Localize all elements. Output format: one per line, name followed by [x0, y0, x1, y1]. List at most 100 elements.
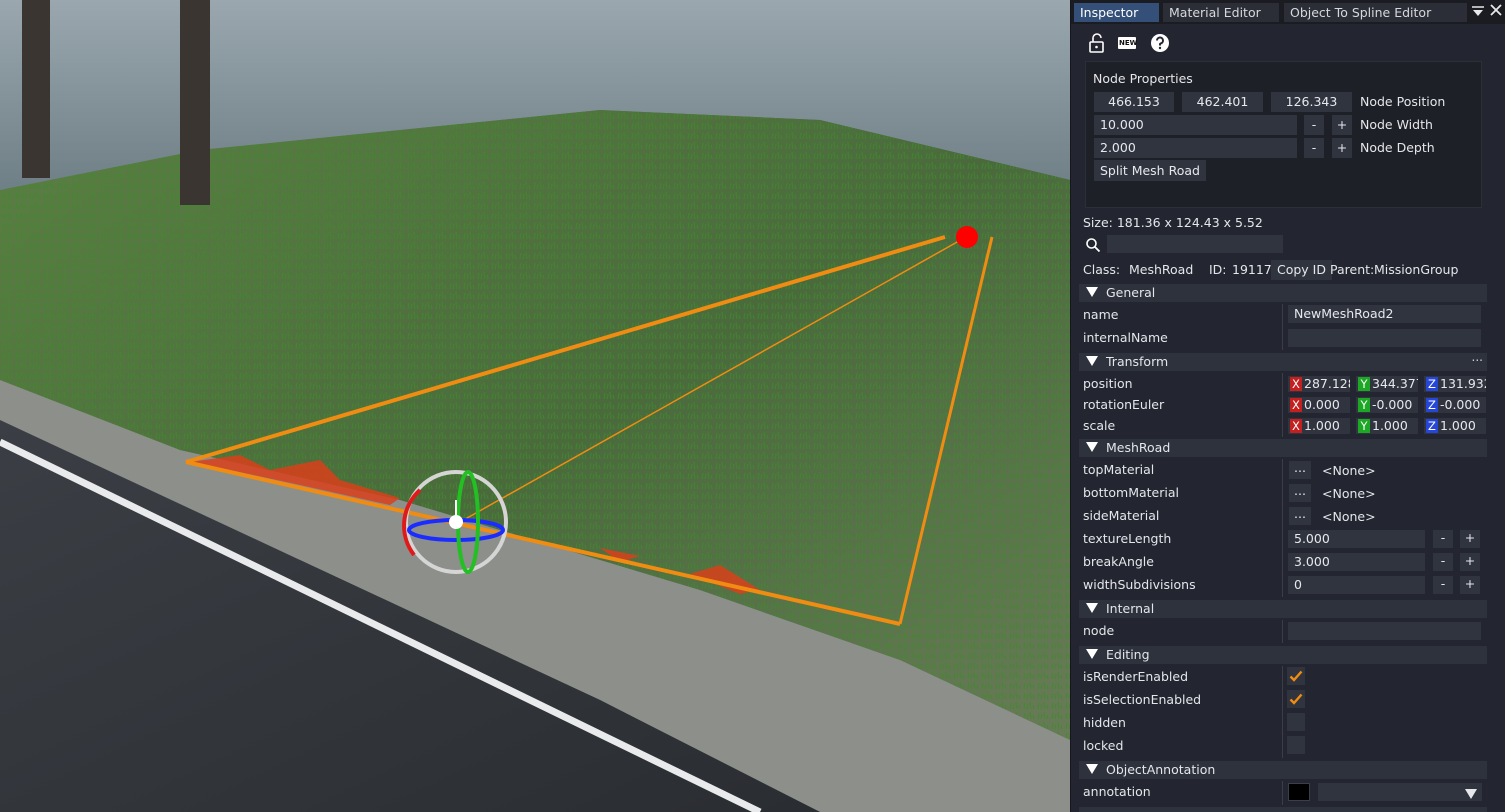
- node-position-z-field[interactable]: 126.343: [1271, 92, 1352, 112]
- position-label: position: [1083, 376, 1133, 391]
- y-axis-badge: Y: [1358, 419, 1370, 433]
- position-x-field[interactable]: X287.128: [1288, 376, 1350, 392]
- name-field[interactable]: NewMeshRoad2: [1288, 305, 1481, 323]
- scale-z-field[interactable]: Z 1.000: [1424, 418, 1486, 434]
- locked-label: locked: [1083, 738, 1124, 753]
- hidden-label: hidden: [1083, 715, 1126, 730]
- size-text: Size: 181.36 x 124.43 x 5.52: [1083, 215, 1263, 230]
- annotation-color-swatch[interactable]: [1288, 783, 1310, 801]
- section-editing[interactable]: Editing: [1079, 646, 1487, 664]
- node-properties-box: Node Properties 466.153 462.401 126.343 …: [1085, 61, 1482, 208]
- id-label: ID:: [1209, 262, 1227, 277]
- chevron-down-icon: [1465, 787, 1477, 799]
- section-meshroad[interactable]: MeshRoad: [1079, 439, 1487, 457]
- rotation-y-field[interactable]: Y -0.000: [1356, 397, 1418, 413]
- scene-viewport[interactable]: [0, 0, 1070, 812]
- texture-length-field[interactable]: 5.000: [1288, 530, 1425, 548]
- column-divider: [1282, 373, 1283, 437]
- tab-menu-icon[interactable]: [1471, 4, 1485, 18]
- lock-open-icon[interactable]: [1087, 33, 1107, 53]
- rotation-euler-label: rotationEuler: [1083, 397, 1165, 412]
- break-angle-field[interactable]: 3.000: [1288, 553, 1425, 571]
- search-input[interactable]: [1107, 235, 1283, 253]
- search-icon: [1085, 237, 1101, 253]
- column-divider: [1282, 781, 1283, 805]
- parent-value: MissionGroup: [1374, 262, 1459, 277]
- tab-bar: Inspector Material Editor Object To Spli…: [1071, 0, 1505, 24]
- checkmark-icon: [1289, 693, 1303, 705]
- texture-length-increment-button[interactable]: +: [1460, 530, 1480, 548]
- scale-y-value: 1.000: [1372, 418, 1408, 433]
- annotation-dropdown[interactable]: [1318, 783, 1482, 801]
- internal-name-field[interactable]: [1288, 329, 1481, 347]
- transform-menu-button[interactable]: ...: [1472, 350, 1483, 364]
- section-internal[interactable]: Internal: [1079, 600, 1487, 618]
- annotation-label: annotation: [1083, 784, 1151, 799]
- is-render-enabled-checkbox[interactable]: [1287, 667, 1305, 685]
- new-badge-text: NEW: [1119, 39, 1138, 47]
- new-icon[interactable]: NEW: [1117, 33, 1137, 53]
- id-value: 19117: [1232, 262, 1272, 277]
- side-material-label: sideMaterial: [1083, 508, 1160, 523]
- node-depth-increment-button[interactable]: +: [1332, 138, 1352, 158]
- node-field[interactable]: [1288, 622, 1481, 640]
- position-z-value: 131.932: [1440, 376, 1486, 391]
- split-mesh-road-button[interactable]: Split Mesh Road: [1094, 160, 1206, 181]
- node-depth-field[interactable]: 2.000: [1094, 138, 1297, 158]
- help-icon[interactable]: [1150, 33, 1170, 53]
- position-z-field[interactable]: Z131.932: [1424, 376, 1486, 392]
- position-y-field[interactable]: Y344.377: [1356, 376, 1418, 392]
- column-divider: [1282, 304, 1283, 350]
- section-general[interactable]: General: [1079, 284, 1487, 302]
- rotation-y-value: -0.000: [1372, 397, 1413, 412]
- class-label: Class:: [1083, 262, 1121, 277]
- scale-y-field[interactable]: Y 1.000: [1356, 418, 1418, 434]
- is-render-enabled-label: isRenderEnabled: [1083, 669, 1188, 684]
- section-object-annotation[interactable]: ObjectAnnotation: [1079, 761, 1487, 779]
- copy-id-button[interactable]: Copy ID: [1271, 260, 1332, 280]
- bottom-material-value: <None>: [1322, 486, 1376, 501]
- scale-x-field[interactable]: X 1.000: [1288, 418, 1350, 434]
- node-position-y-field[interactable]: 462.401: [1182, 92, 1263, 112]
- name-label: name: [1083, 307, 1119, 322]
- close-icon[interactable]: [1489, 3, 1503, 19]
- break-angle-decrement-button[interactable]: -: [1433, 553, 1453, 571]
- scene-render: [0, 0, 1070, 812]
- hidden-checkbox[interactable]: [1287, 713, 1305, 731]
- side-material-browse-button[interactable]: ...: [1289, 507, 1311, 525]
- texture-length-decrement-button[interactable]: -: [1433, 530, 1453, 548]
- scale-label: scale: [1083, 418, 1116, 433]
- node-marker: [956, 226, 978, 248]
- locked-checkbox[interactable]: [1287, 736, 1305, 754]
- node-width-decrement-button[interactable]: -: [1304, 115, 1324, 135]
- position-y-value: 344.377: [1372, 376, 1418, 391]
- section-transform-label: Transform: [1106, 354, 1169, 369]
- section-transform[interactable]: Transform ...: [1079, 350, 1487, 371]
- rotation-x-field[interactable]: X 0.000: [1288, 397, 1350, 413]
- width-subdivisions-decrement-button[interactable]: -: [1433, 576, 1453, 594]
- bottom-material-browse-button[interactable]: ...: [1289, 484, 1311, 502]
- rotation-x-value: 0.000: [1304, 397, 1340, 412]
- x-axis-badge: X: [1290, 377, 1302, 391]
- tab-object-to-spline-editor[interactable]: Object To Spline Editor: [1284, 3, 1467, 22]
- node-depth-decrement-button[interactable]: -: [1304, 138, 1324, 158]
- inspector-panel: Inspector Material Editor Object To Spli…: [1070, 0, 1505, 812]
- node-width-increment-button[interactable]: +: [1332, 115, 1352, 135]
- column-divider: [1282, 666, 1283, 758]
- tab-material-editor[interactable]: Material Editor: [1163, 3, 1279, 22]
- tab-inspector[interactable]: Inspector: [1074, 3, 1159, 22]
- scale-x-value: 1.000: [1304, 418, 1340, 433]
- node-width-field[interactable]: 10.000: [1094, 115, 1297, 135]
- node-properties-title: Node Properties: [1093, 71, 1193, 86]
- node-label: node: [1083, 623, 1115, 638]
- break-angle-increment-button[interactable]: +: [1460, 553, 1480, 571]
- class-value: MeshRoad: [1129, 262, 1194, 277]
- width-subdivisions-increment-button[interactable]: +: [1460, 576, 1480, 594]
- rotation-z-field[interactable]: Z -0.000: [1424, 397, 1486, 413]
- top-material-browse-button[interactable]: ...: [1289, 461, 1311, 479]
- bottom-material-label: bottomMaterial: [1083, 485, 1179, 500]
- is-selection-enabled-checkbox[interactable]: [1287, 690, 1305, 708]
- node-position-x-field[interactable]: 466.153: [1094, 92, 1174, 112]
- width-subdivisions-field[interactable]: 0: [1288, 576, 1425, 594]
- x-axis-badge: X: [1290, 398, 1302, 412]
